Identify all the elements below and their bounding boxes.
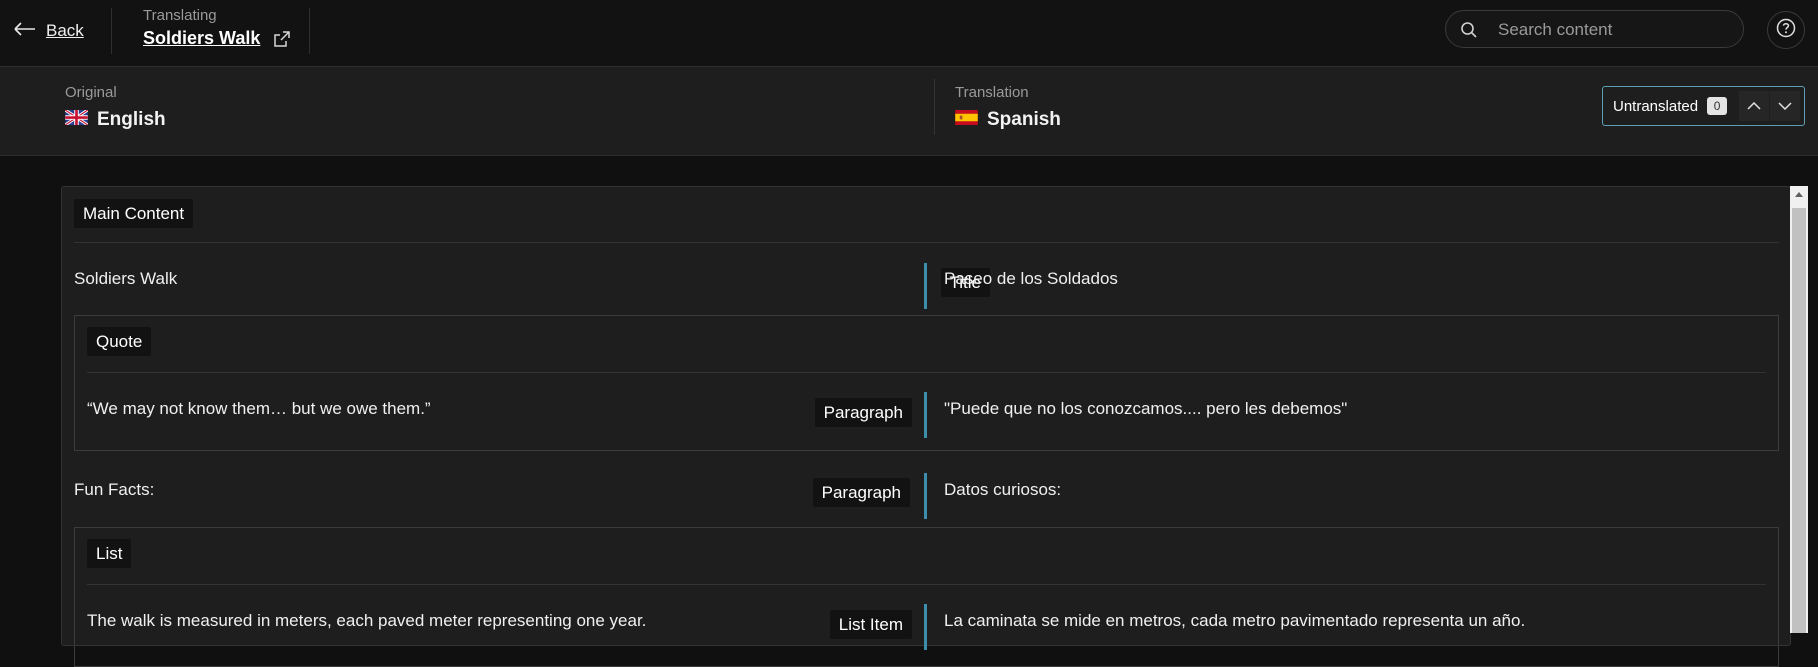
type-badge-paragraph: Paragraph <box>814 398 912 427</box>
language-bar: Original English Translation Spanish Unt… <box>0 67 1818 156</box>
translation-text[interactable]: Paseo de los Soldados <box>944 269 1118 289</box>
untranslated-label: Untranslated <box>1613 97 1699 115</box>
search-box[interactable] <box>1445 10 1744 48</box>
quote-block: Quote “We may not know them… but we owe … <box>74 315 1779 451</box>
original-language-name: English <box>97 109 166 130</box>
translation-caption: Translation <box>955 84 1029 101</box>
source-text: The walk is measured in meters, each pav… <box>87 611 647 630</box>
divider <box>74 242 1779 243</box>
original-language: English <box>64 108 166 131</box>
search-input[interactable] <box>1496 17 1735 43</box>
source-text: Soldiers Walk <box>74 269 178 288</box>
help-button[interactable] <box>1767 11 1805 49</box>
previous-untranslated-button[interactable] <box>1739 91 1769 121</box>
divider <box>87 584 1766 585</box>
list-block: List The walk is measured in meters, eac… <box>74 527 1779 667</box>
translation-language: Spanish <box>955 109 1061 131</box>
list-label: List <box>87 539 132 568</box>
chevron-down-icon <box>1778 97 1792 115</box>
scrollbar-thumb[interactable] <box>1792 208 1806 633</box>
translation-marker <box>924 263 927 309</box>
quote-label: Quote <box>87 327 152 356</box>
divider <box>87 372 1766 373</box>
untranslated-filter[interactable]: Untranslated 0 <box>1602 86 1805 126</box>
source-text: “We may not know them… but we owe them.” <box>87 399 431 418</box>
uk-flag-icon <box>64 108 89 130</box>
help-icon <box>1776 18 1796 43</box>
translation-marker <box>924 473 927 519</box>
search-icon <box>1460 21 1478 44</box>
type-badge-list-item: List Item <box>829 610 912 639</box>
main-content-label: Main Content <box>74 199 194 228</box>
translation-text[interactable]: Datos curiosos: <box>944 480 1061 500</box>
external-link-icon[interactable] <box>274 30 291 47</box>
chevron-up-icon <box>1747 97 1761 115</box>
back-button[interactable]: Back <box>14 18 84 44</box>
translation-text[interactable]: La caminata se mide en metros, cada metr… <box>944 611 1525 631</box>
source-text: Fun Facts: <box>74 480 155 499</box>
arrow-left-icon <box>14 21 36 41</box>
top-bar: Back Translating Soldiers Walk <box>0 0 1818 67</box>
translation-marker <box>924 392 927 438</box>
next-untranslated-button[interactable] <box>1770 91 1800 121</box>
document-link[interactable]: Soldiers Walk <box>143 28 291 49</box>
back-label: Back <box>46 21 84 40</box>
divider <box>111 8 112 54</box>
translation-language-name: Spanish <box>987 109 1061 130</box>
translation-text[interactable]: "Puede que no los conozcamos.... pero le… <box>944 399 1347 419</box>
content-panel: Main Content Soldiers Walk Title Paseo d… <box>61 186 1791 667</box>
document-title[interactable]: Soldiers Walk <box>143 28 260 49</box>
translation-marker <box>924 604 927 650</box>
translating-label: Translating <box>143 7 217 24</box>
divider <box>934 79 935 135</box>
type-badge-paragraph: Paragraph <box>812 478 910 507</box>
scroll-up-arrow-icon[interactable] <box>1795 192 1803 197</box>
original-caption: Original <box>65 84 117 101</box>
divider <box>309 8 310 54</box>
spain-flag-icon <box>955 110 978 130</box>
untranslated-count-badge: 0 <box>1707 97 1728 115</box>
